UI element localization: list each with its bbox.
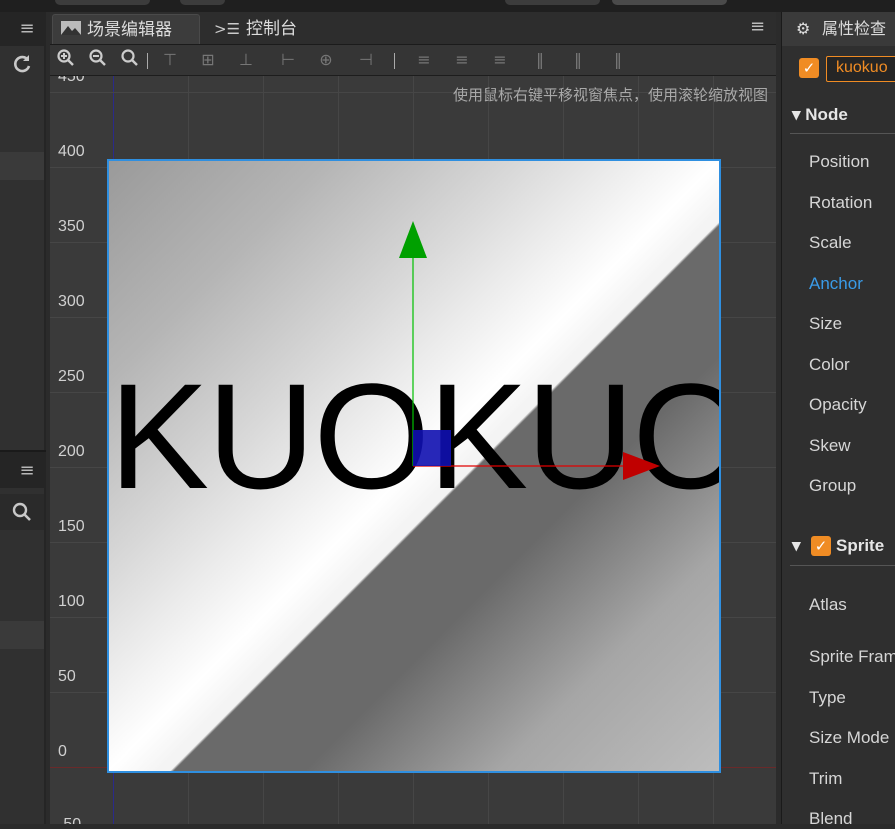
- menu-icon[interactable]: ≡: [12, 460, 42, 481]
- top-tab-stub[interactable]: [612, 0, 727, 5]
- top-tab-stub[interactable]: [55, 0, 150, 5]
- asset-panel: [0, 46, 44, 450]
- node-name-field[interactable]: kuokuo: [826, 56, 895, 82]
- menu-icon[interactable]: ≡: [12, 18, 42, 39]
- align-hcenter-icon[interactable]: ⊕: [314, 49, 338, 71]
- prop-blend[interactable]: Blend: [809, 809, 852, 829]
- inspector-tab[interactable]: ⚙ 属性检查: [782, 12, 895, 46]
- tab-scene-label: 场景编辑器: [87, 20, 172, 40]
- scene-tab-bar: 场景编辑器 >☰ 控制台 ≡: [50, 12, 776, 45]
- y-tick-label: 350: [58, 218, 85, 235]
- y-tick-label: 200: [58, 443, 85, 460]
- y-tick-label: 400: [58, 143, 85, 160]
- prop-color[interactable]: Color: [809, 355, 850, 375]
- distribute-vcenter-icon[interactable]: ≡: [450, 49, 474, 71]
- distribute-right-icon[interactable]: ‖: [606, 49, 630, 71]
- section-divider: [790, 133, 895, 134]
- search-icon[interactable]: [12, 502, 32, 526]
- left-panel: ≡ ≡: [0, 12, 46, 824]
- gear-icon: ⚙: [796, 19, 811, 38]
- top-tab-stub[interactable]: [180, 0, 225, 5]
- tab-console-label: 控制台: [246, 19, 298, 39]
- scene-toolbar: ⊤ ⊞ ⊥ ⊢ ⊕ ⊣ ≡ ≡ ≡ ‖ ‖ ‖: [50, 45, 776, 76]
- distribute-bottom-icon[interactable]: ≡: [488, 49, 512, 71]
- align-bottom-icon[interactable]: ⊥: [234, 49, 258, 71]
- selected-row[interactable]: [0, 152, 44, 180]
- refresh-icon[interactable]: [7, 54, 37, 79]
- y-tick-label: 100: [58, 593, 85, 610]
- prop-sprite-frame[interactable]: Sprite Fram: [809, 647, 895, 667]
- viewport-hint: 使用鼠标右键平移视窗焦点，使用滚轮缩放视图: [452, 86, 768, 104]
- selected-row[interactable]: [0, 621, 44, 649]
- node-section-label: Node: [805, 105, 848, 124]
- search-bar[interactable]: [0, 494, 44, 530]
- prop-trim[interactable]: Trim: [809, 769, 842, 789]
- y-tick-label: 50: [58, 668, 76, 685]
- prop-type[interactable]: Type: [809, 688, 846, 708]
- node-name-value: kuokuo: [836, 59, 888, 76]
- prop-atlas[interactable]: Atlas: [809, 595, 847, 615]
- menu-icon[interactable]: ≡: [750, 16, 765, 37]
- distribute-hcenter-icon[interactable]: ‖: [566, 49, 590, 71]
- y-tick-label: 300: [58, 293, 85, 310]
- prop-rotation[interactable]: Rotation: [809, 193, 872, 213]
- align-top-icon[interactable]: ⊤: [158, 49, 182, 71]
- x-arrow-head[interactable]: [623, 452, 660, 480]
- sprite-section-header[interactable]: ▾: [792, 536, 801, 556]
- y-tick-label: 0: [58, 743, 67, 760]
- y-tick-label: -50: [58, 816, 81, 824]
- y-tick-label: 250: [58, 368, 85, 385]
- node-section-header[interactable]: ▾ Node: [792, 105, 848, 125]
- prop-scale[interactable]: Scale: [809, 233, 852, 253]
- prop-size[interactable]: Size: [809, 314, 842, 334]
- xy-plane-handle[interactable]: [413, 430, 451, 466]
- toolbar-divider: [394, 53, 395, 69]
- sprite-section-label: Sprite: [836, 536, 885, 555]
- tab-console[interactable]: >☰ 控制台: [206, 14, 346, 44]
- prop-anchor[interactable]: Anchor: [809, 274, 863, 294]
- window-top-strip: [0, 0, 895, 12]
- y-arrow-head[interactable]: [399, 221, 427, 258]
- hierarchy-panel: [0, 488, 44, 824]
- inspector-title: 属性检查: [822, 19, 887, 38]
- zoom-out-icon[interactable]: [86, 49, 110, 71]
- prop-position[interactable]: Position: [809, 152, 869, 172]
- sprite-enabled-checkbox[interactable]: ✓: [811, 536, 831, 556]
- inspector-panel: ⚙ 属性检查 ✓ kuokuo ▾ Node Position Rotation…: [781, 12, 895, 828]
- prop-group[interactable]: Group: [809, 476, 856, 496]
- align-vcenter-icon[interactable]: ⊞: [196, 49, 220, 71]
- align-right-icon[interactable]: ⊣: [354, 49, 378, 71]
- console-icon: >☰: [214, 20, 241, 38]
- distribute-top-icon[interactable]: ≡: [412, 49, 436, 71]
- top-tab-stub[interactable]: [505, 0, 600, 5]
- collapse-arrow-icon: ▾: [792, 536, 801, 555]
- prop-opacity[interactable]: Opacity: [809, 395, 867, 415]
- node-active-checkbox[interactable]: ✓: [799, 58, 819, 78]
- panel-divider: [0, 450, 46, 452]
- prop-skew[interactable]: Skew: [809, 436, 851, 456]
- scene-viewport[interactable]: 450 400 350 300 250 200 150 100 50 0 -50…: [50, 76, 776, 824]
- toolbar-divider: [147, 53, 148, 69]
- scene-icon: [61, 15, 81, 45]
- section-divider: [790, 565, 895, 566]
- y-tick-label: 150: [58, 518, 85, 535]
- prop-size-mode[interactable]: Size Mode: [809, 728, 889, 748]
- move-gizmo[interactable]: [390, 216, 670, 486]
- align-left-icon[interactable]: ⊢: [276, 49, 300, 71]
- zoom-reset-icon[interactable]: [118, 49, 142, 71]
- zoom-in-icon[interactable]: [54, 49, 78, 71]
- tab-scene-editor[interactable]: 场景编辑器: [52, 14, 200, 44]
- collapse-arrow-icon: ▾: [792, 105, 801, 124]
- distribute-left-icon[interactable]: ‖: [528, 49, 552, 71]
- y-tick-label: 450: [58, 76, 85, 85]
